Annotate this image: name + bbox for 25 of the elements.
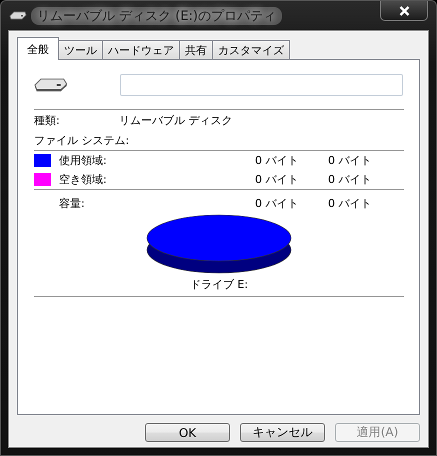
dialog-button[interactable]: OK [145,423,230,442]
space-label: 使用領域: [59,153,107,168]
bytes-value: 0 バイト [255,153,300,168]
close-button[interactable] [380,1,428,21]
drive-label: ドライブ E: [188,277,250,292]
tab[interactable]: ツール [58,40,103,59]
drive-name-field[interactable] [120,74,403,96]
file-system-label: ファイル システム: [34,132,130,148]
drive-icon [9,10,27,20]
bytes-value: 0 バイト [255,172,300,187]
size-value: 0 バイト [328,172,372,187]
space-label: 空き領域: [59,172,107,187]
capacity-label: 容量: [59,196,85,211]
size-value: 0 バイト [328,196,372,211]
type-label: 種類: [34,112,60,128]
size-value: 0 バイト [328,153,372,168]
tab[interactable]: 共有 [179,40,213,59]
bytes-value: 0 バイト [255,196,300,211]
tab[interactable]: 全般 [17,37,59,60]
type-value: リムーバブル ディスク [119,112,234,128]
tab[interactable]: カスタマイズ [212,40,290,59]
drive-icon [34,76,68,92]
dialog-button[interactable]: キャンセル [240,423,325,442]
tab[interactable]: ハードウェア [102,40,180,59]
close-icon [398,6,410,16]
